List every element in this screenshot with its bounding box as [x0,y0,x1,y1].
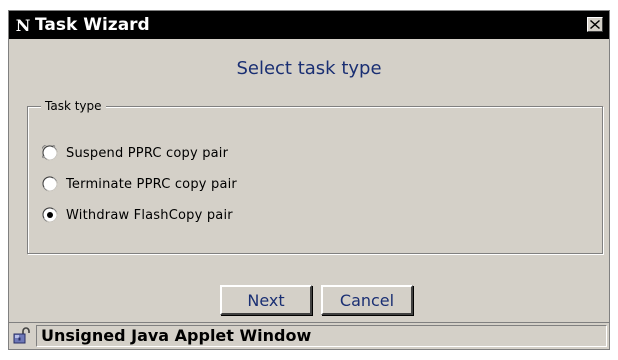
radio-withdraw-flashcopy[interactable]: Withdraw FlashCopy pair [42,205,233,225]
radio-label: Withdraw FlashCopy pair [66,207,233,223]
window-title: Task Wizard [35,15,150,35]
close-button[interactable] [587,17,603,32]
radio-terminate-pprc[interactable]: Terminate PPRC copy pair [42,174,237,194]
close-icon [590,20,600,29]
radio-button-selected-icon[interactable] [42,207,58,223]
next-button[interactable]: Next [220,285,312,315]
radio-label: Terminate PPRC copy pair [66,176,237,192]
status-text: Unsigned Java Applet Window [36,325,607,347]
task-wizard-window: N Task Wizard Select task type Task type [8,10,610,350]
cancel-button[interactable]: Cancel [321,285,413,315]
task-type-group-label: Task type [41,98,106,114]
radio-button-icon[interactable] [42,176,58,192]
radio-button-icon[interactable] [40,143,58,161]
radio-label: Suspend PPRC copy pair [66,145,229,161]
status-bar: Unsigned Java Applet Window [9,322,609,349]
netscape-n-icon: N [13,15,33,35]
radio-suspend-pprc[interactable]: Suspend PPRC copy pair [40,143,229,163]
task-type-groupbox: Task type Suspend PPRC copy pair Termina… [27,98,603,254]
title-bar[interactable]: N Task Wizard [9,11,609,39]
page-heading: Select task type [236,58,382,79]
svg-text:N: N [16,16,31,35]
unlocked-icon [12,326,32,346]
